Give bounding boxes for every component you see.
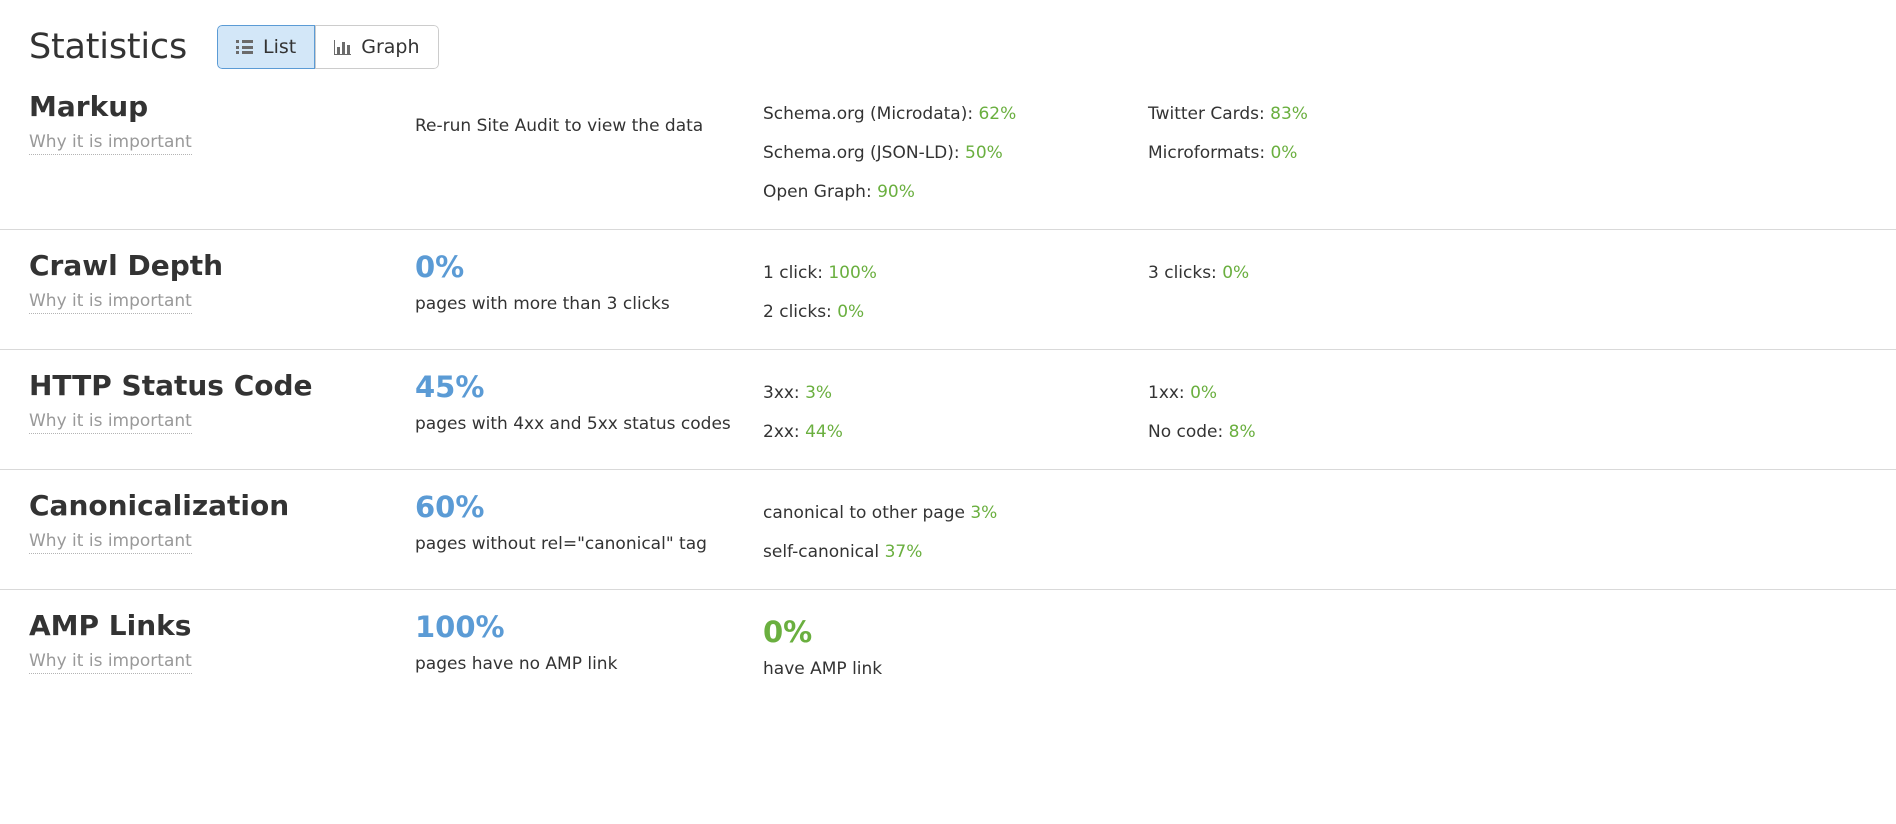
stat-row: AMP Links Why it is important 100% pages… — [0, 589, 1896, 703]
detail-value: 0% — [1270, 143, 1298, 163]
stat-detail-column-2 — [1148, 607, 1533, 614]
stat-row: Canonicalization Why it is important 60%… — [0, 469, 1896, 589]
stat-name-column: Markup Why it is important — [29, 88, 415, 155]
detail-item: 1 click: 100% — [763, 254, 1148, 293]
stat-secondary-caption: have AMP link — [763, 659, 883, 679]
stat-title: HTTP Status Code — [29, 369, 313, 402]
stat-row: HTTP Status Code Why it is important 45%… — [0, 349, 1896, 469]
detail-value: 62% — [978, 104, 1017, 124]
stat-primary-value: 100% — [415, 610, 505, 644]
detail-item: 2 clicks: 0% — [763, 293, 1148, 332]
detail-value: 100% — [828, 263, 877, 283]
detail-item: self-canonical 37% — [763, 533, 1148, 572]
statistics-list: Markup Why it is important Re-run Site A… — [0, 80, 1896, 703]
detail-item: 3xx: 3% — [763, 374, 1148, 413]
stat-value-column: 100% pages have no AMP link — [415, 607, 763, 676]
stat-value-column: 60% pages without rel="canonical" tag — [415, 487, 763, 556]
tab-graph-view[interactable]: Graph — [315, 25, 439, 69]
detail-value: 37% — [884, 542, 923, 562]
why-it-is-important-link[interactable]: Why it is important — [29, 289, 192, 314]
stat-name-column: AMP Links Why it is important — [29, 607, 415, 674]
detail-value: 0% — [1222, 263, 1250, 283]
detail-item: 3 clicks: 0% — [1148, 254, 1533, 293]
stat-primary-caption: pages with more than 3 clicks — [415, 294, 670, 314]
detail-item: Schema.org (JSON-LD): 50% — [763, 134, 1148, 173]
detail-label: canonical to other page — [763, 503, 965, 523]
stat-title: Canonicalization — [29, 489, 290, 522]
why-it-is-important-link[interactable]: Why it is important — [29, 529, 192, 554]
stat-title: Crawl Depth — [29, 249, 224, 282]
stat-title: AMP Links — [29, 609, 192, 642]
detail-item: No code: 8% — [1148, 413, 1533, 452]
bar-chart-icon — [334, 39, 352, 55]
stat-primary-value: 0% — [415, 250, 465, 284]
why-it-is-important-link[interactable]: Why it is important — [29, 649, 192, 674]
detail-label: Microformats: — [1148, 143, 1266, 163]
stat-primary-value: 60% — [415, 490, 485, 524]
stat-detail-column-2: 3 clicks: 0% — [1148, 247, 1533, 293]
detail-value: 3% — [970, 503, 998, 523]
stat-detail-column-1: 1 click: 100% 2 clicks: 0% — [763, 247, 1148, 332]
stat-value-column: 45% pages with 4xx and 5xx status codes — [415, 367, 763, 436]
detail-label: Schema.org (Microdata): — [763, 104, 974, 124]
page-title: Statistics — [29, 27, 187, 67]
page-header: Statistics List Graph — [0, 0, 1896, 80]
list-icon — [236, 40, 253, 54]
stat-value-column: 0% pages with more than 3 clicks — [415, 247, 763, 316]
detail-label: Open Graph: — [763, 182, 872, 202]
detail-value: 3% — [805, 383, 833, 403]
detail-item: canonical to other page 3% — [763, 494, 1148, 533]
detail-item: Microformats: 0% — [1148, 134, 1533, 173]
why-it-is-important-link[interactable]: Why it is important — [29, 130, 192, 155]
stat-detail-column-2 — [1148, 487, 1533, 494]
detail-label: Schema.org (JSON-LD): — [763, 143, 960, 163]
detail-item: Twitter Cards: 83% — [1148, 95, 1533, 134]
stat-primary-caption: pages with 4xx and 5xx status codes — [415, 414, 731, 434]
detail-label: 1 click: — [763, 263, 823, 283]
detail-item: 1xx: 0% — [1148, 374, 1533, 413]
detail-item: Open Graph: 90% — [763, 173, 1148, 212]
stat-detail-column-2: 1xx: 0% No code: 8% — [1148, 367, 1533, 452]
stat-detail-column-2: Twitter Cards: 83% Microformats: 0% — [1148, 88, 1533, 173]
detail-item: Schema.org (Microdata): 62% — [763, 95, 1148, 134]
detail-label: 1xx: — [1148, 383, 1185, 403]
detail-value: 8% — [1228, 422, 1256, 442]
detail-label: 2xx: — [763, 422, 800, 442]
stat-value-column: Re-run Site Audit to view the data — [415, 88, 763, 138]
detail-value: 44% — [805, 422, 843, 442]
tab-graph-label: Graph — [361, 36, 420, 58]
stat-row: Crawl Depth Why it is important 0% pages… — [0, 229, 1896, 349]
stat-detail-column-1: canonical to other page 3% self-canonica… — [763, 487, 1148, 572]
stat-primary-caption: pages without rel="canonical" tag — [415, 534, 707, 554]
detail-label: 2 clicks: — [763, 302, 832, 322]
detail-value: 83% — [1270, 104, 1308, 124]
stat-detail-column-1: 3xx: 3% 2xx: 44% — [763, 367, 1148, 452]
stat-title: Markup — [29, 90, 149, 123]
detail-label: 3xx: — [763, 383, 800, 403]
detail-label: No code: — [1148, 422, 1224, 442]
detail-value: 90% — [877, 182, 915, 202]
stat-row: Markup Why it is important Re-run Site A… — [0, 80, 1896, 229]
detail-value: 0% — [837, 302, 865, 322]
detail-value: 50% — [965, 143, 1003, 163]
stat-name-column: Canonicalization Why it is important — [29, 487, 415, 554]
stat-primary-value: 45% — [415, 370, 485, 404]
stat-name-column: HTTP Status Code Why it is important — [29, 367, 415, 434]
detail-item: 2xx: 44% — [763, 413, 1148, 452]
tab-list-label: List — [263, 36, 297, 58]
stat-name-column: Crawl Depth Why it is important — [29, 247, 415, 314]
detail-value: 0% — [1190, 383, 1218, 403]
stat-detail-column-1: 0% have AMP link — [763, 607, 1148, 681]
stat-primary-caption: pages have no AMP link — [415, 654, 618, 674]
tab-list-view[interactable]: List — [217, 25, 316, 69]
stat-secondary-value: 0% — [763, 615, 813, 649]
detail-label: self-canonical — [763, 542, 880, 562]
detail-label: Twitter Cards: — [1148, 104, 1265, 124]
detail-label: 3 clicks: — [1148, 263, 1217, 283]
view-mode-toggle[interactable]: List Graph — [217, 25, 439, 69]
why-it-is-important-link[interactable]: Why it is important — [29, 409, 192, 434]
stat-detail-column-1: Schema.org (Microdata): 62% Schema.org (… — [763, 88, 1148, 212]
stat-note: Re-run Site Audit to view the data — [415, 116, 704, 136]
